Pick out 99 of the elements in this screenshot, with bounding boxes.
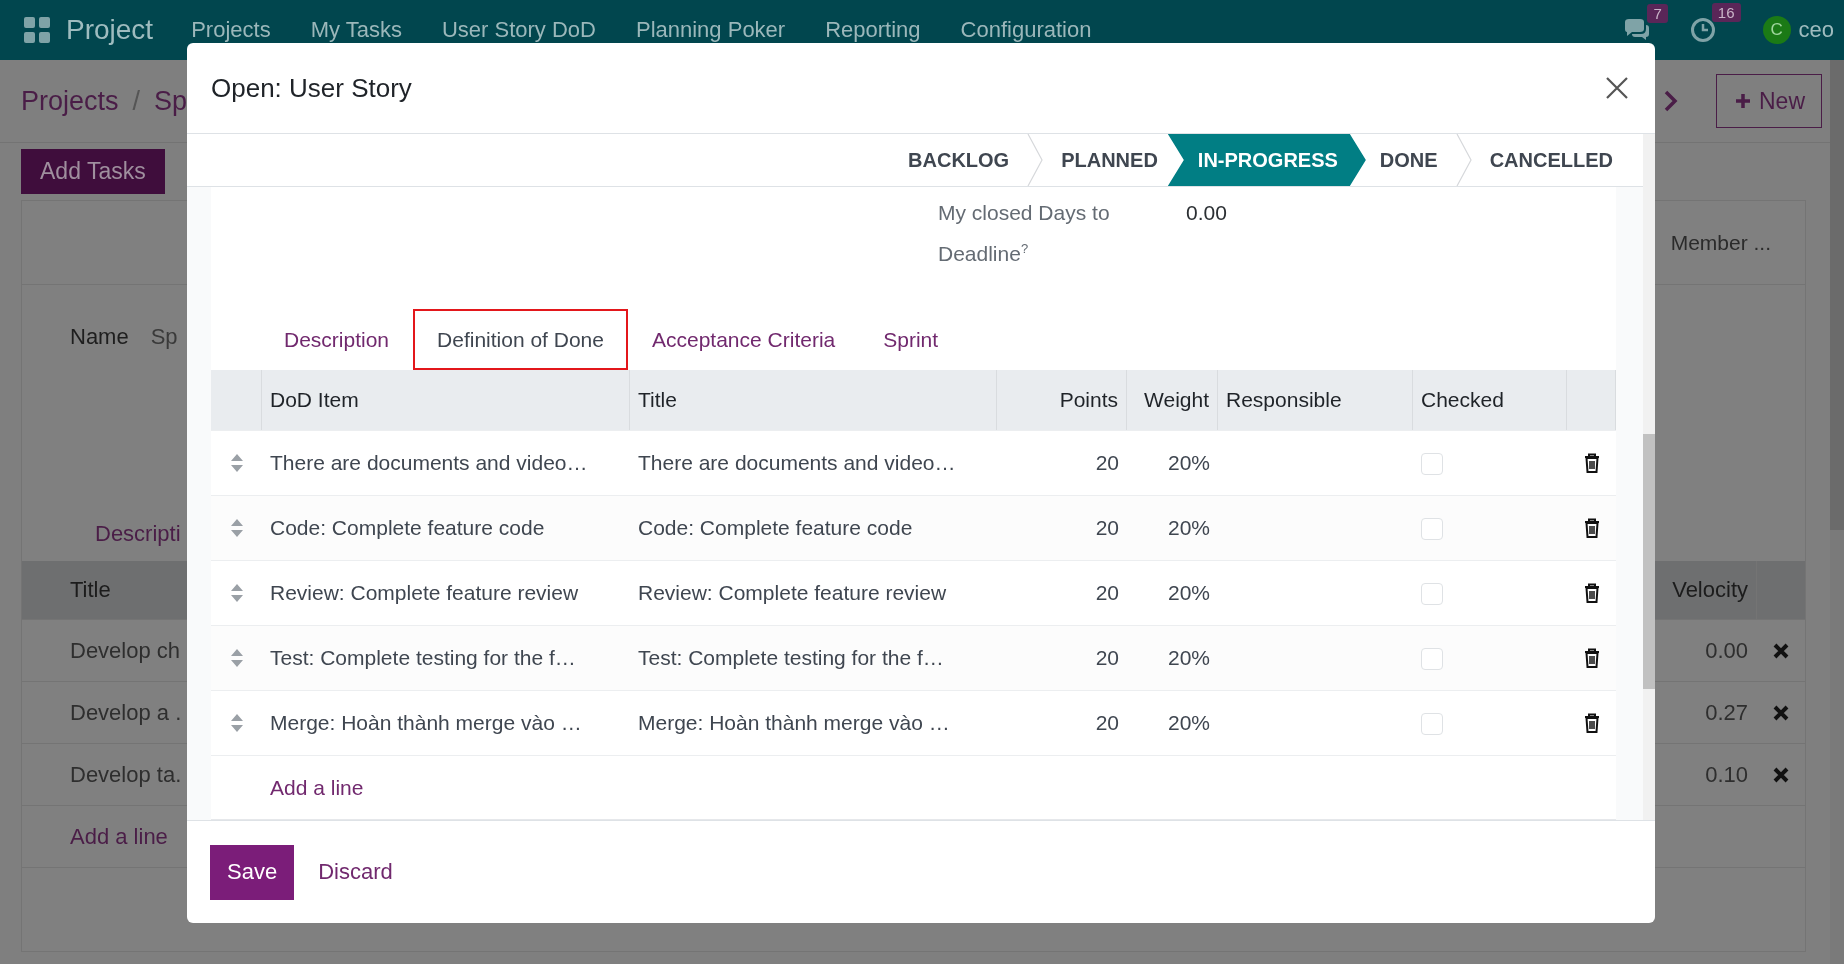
table-cell-text: There are documents and video…: [269, 451, 589, 475]
table-cell-text: 0.27: [1704, 699, 1749, 726]
trash-icon: [1583, 453, 1600, 473]
table-cell-text: There are documents and video…: [637, 451, 957, 475]
add-tasks-button[interactable]: Add Tasks: [21, 149, 165, 194]
checkbox[interactable]: [1421, 453, 1443, 476]
table-cell-text: 20%: [1166, 581, 1211, 605]
form-tab[interactable]: Description: [260, 309, 414, 370]
remove-icon: [1772, 704, 1789, 721]
drag-handle-icon: [229, 518, 244, 538]
table-cell-text: 20%: [1166, 646, 1211, 670]
checkbox[interactable]: [1421, 713, 1443, 736]
table-cell-text: Review: Complete feature review: [269, 581, 580, 605]
dialog-title: Open: User Story: [211, 72, 412, 104]
user-avatar[interactable]: C: [1762, 16, 1791, 44]
table-cell-text: 20%: [1166, 451, 1211, 475]
trash-icon: [1583, 713, 1600, 733]
table-cell-text: Code: Complete feature code: [637, 516, 914, 540]
table-cell: Develop a .: [70, 699, 182, 725]
scrollbar[interactable]: [1643, 134, 1655, 820]
remove-icon: [1772, 642, 1789, 659]
drag-handle-icon: [229, 713, 244, 733]
table-cell-text: 20%: [1166, 516, 1211, 540]
menu-item[interactable]: My Tasks: [310, 17, 402, 43]
field-label: Name: [70, 324, 129, 350]
column-header: Velocity: [1671, 577, 1749, 603]
table-cell-text: 20: [1094, 451, 1120, 475]
table-cell-text: 20: [1094, 581, 1120, 605]
menu-item[interactable]: Planning Poker: [635, 17, 786, 43]
stage-button[interactable]: BACKLOG: [890, 134, 1028, 186]
scrollbar[interactable]: [1830, 60, 1844, 964]
drag-handle-icon: [229, 583, 244, 603]
column-header: DoD Item: [262, 370, 630, 430]
table-cell-text: 0.10: [1704, 761, 1749, 788]
add-line-link[interactable]: Add a line: [262, 775, 630, 800]
field-label: My closed Days to Deadline$^{?}$: [938, 200, 1111, 267]
column-header: Title: [630, 370, 997, 430]
breadcrumb-separator: /: [132, 85, 141, 117]
plus-icon: [1735, 93, 1751, 109]
delete-button[interactable]: [1583, 648, 1600, 668]
remove-icon: [1772, 766, 1789, 783]
user-name[interactable]: ceo: [1798, 17, 1834, 43]
table-cell: Develop ta.: [70, 761, 182, 787]
table-cell-text: 20%: [1166, 711, 1211, 735]
apps-icon: [24, 17, 50, 43]
trash-icon: [1583, 648, 1600, 668]
form-tab[interactable]: Descripti: [95, 520, 181, 547]
table-cell: Develop ch: [70, 637, 181, 663]
drag-handle-icon: [229, 453, 244, 473]
stage-button[interactable]: IN-PROGRESS: [1167, 134, 1366, 186]
table-cell-text: 20: [1094, 711, 1120, 735]
form-tab[interactable]: Acceptance Criteria: [628, 309, 860, 370]
new-button[interactable]: New: [1716, 74, 1822, 128]
delete-button[interactable]: [1583, 518, 1600, 538]
delete-button[interactable]: [1583, 713, 1600, 733]
delete-button[interactable]: [1583, 583, 1600, 603]
column-header: Title: [70, 577, 111, 602]
table-cell-text: 20: [1094, 646, 1120, 670]
breadcrumb-item[interactable]: Sp: [154, 85, 188, 117]
breadcrumb-item[interactable]: Projects: [21, 85, 119, 117]
app-name[interactable]: Project: [66, 14, 154, 46]
activity-count: 16: [1711, 3, 1741, 22]
column-header: Weight: [1127, 370, 1218, 430]
column-header: Points: [997, 370, 1127, 430]
clock-icon: [1689, 17, 1716, 43]
drag-handle-icon: [229, 648, 244, 668]
save-button[interactable]: Save: [210, 844, 295, 900]
menu-item[interactable]: User Story DoD: [441, 17, 596, 43]
close-icon: [1605, 76, 1629, 100]
form-tab[interactable]: Definition of Done: [413, 309, 628, 370]
chevron-right-icon: [1664, 90, 1678, 112]
table-cell-text: Review: Complete feature review: [637, 581, 948, 605]
trash-icon: [1583, 518, 1600, 538]
table-cell-text: 0.00: [1704, 637, 1749, 664]
trash-icon: [1583, 583, 1600, 603]
column-header: Responsible: [1218, 370, 1413, 430]
field-label: Member ...: [1670, 230, 1771, 255]
chat-icon: [1623, 18, 1652, 42]
checkbox[interactable]: [1421, 648, 1443, 671]
table-cell-text: Merge: Hoàn thành merge vào …: [637, 711, 951, 735]
delete-button[interactable]: [1583, 453, 1600, 473]
add-line-link[interactable]: Add a line: [70, 823, 168, 849]
field-value: 0.00: [1186, 200, 1228, 226]
checkbox[interactable]: [1421, 583, 1443, 606]
menu-item[interactable]: Reporting: [825, 17, 921, 43]
message-count: 7: [1647, 4, 1668, 23]
menu-item[interactable]: Projects: [191, 17, 271, 43]
form-tab[interactable]: Sprint: [859, 309, 963, 370]
table-cell-text: Test: Complete testing for the f…: [637, 646, 945, 670]
checkbox[interactable]: [1421, 518, 1443, 541]
discard-button[interactable]: Discard: [318, 859, 393, 885]
table-cell-text: Test: Complete testing for the f…: [269, 646, 577, 670]
table-cell-text: Code: Complete feature code: [269, 516, 546, 540]
field-value: Sp: [150, 324, 178, 350]
column-header: Checked: [1413, 370, 1567, 430]
menu-item[interactable]: Configuration: [960, 17, 1092, 43]
table-cell-text: Merge: Hoàn thành merge vào …: [269, 711, 583, 735]
stage-button[interactable]: CANCELLED: [1471, 134, 1631, 186]
table-cell-text: 20: [1094, 516, 1120, 540]
